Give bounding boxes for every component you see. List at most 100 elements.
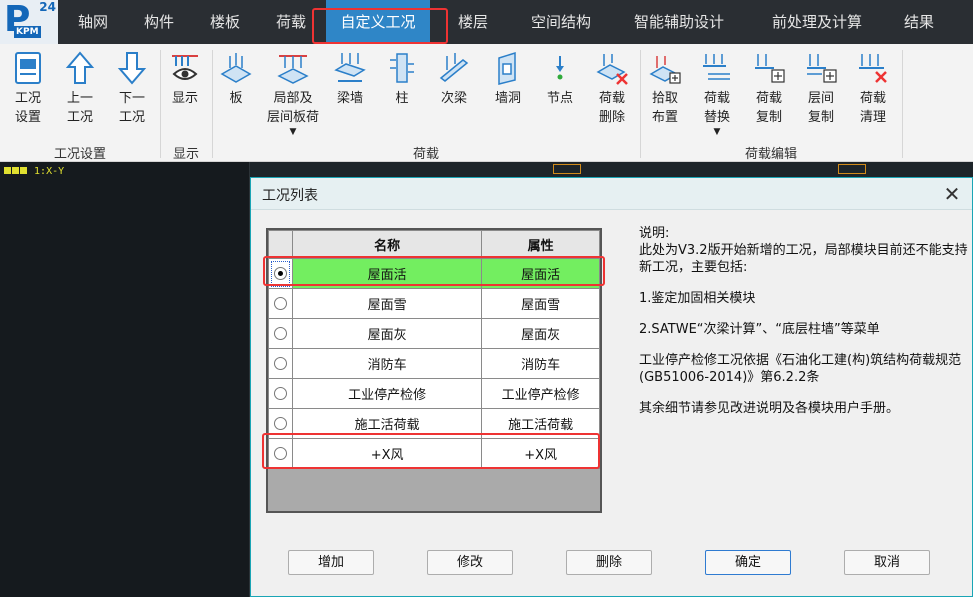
row-attr[interactable]: 工业停产检修 xyxy=(481,378,600,409)
ribbon-separator xyxy=(902,50,903,158)
display-button[interactable]: 显示 xyxy=(164,50,206,108)
radio-unselected[interactable] xyxy=(273,297,287,310)
dropdown-arrow-icon: ▼ xyxy=(713,127,721,137)
radio-unselected[interactable] xyxy=(273,387,287,400)
load-replace-button[interactable]: 荷载 替换 ▼ xyxy=(696,50,738,137)
logo-tag: KPM xyxy=(14,26,41,38)
secondary-beam-load-button[interactable]: 次梁 xyxy=(434,50,474,108)
slab-load-button[interactable]: 板 xyxy=(216,50,256,108)
row-attr[interactable]: 屋面活 xyxy=(481,258,600,289)
local-slab-load-label: 局部及 层间板荷 xyxy=(266,91,319,125)
load-delete-label: 荷载 删除 xyxy=(598,91,625,125)
row-name[interactable]: 屋面雪 xyxy=(291,288,483,319)
table-row[interactable]: 消防车 消防车 xyxy=(268,348,600,379)
dropdown-arrow-icon: ▼ xyxy=(289,127,297,137)
row-attr[interactable]: 屋面雪 xyxy=(481,288,600,319)
description-item: 1.鉴定加固相关模块 xyxy=(639,291,756,306)
wall-opening-load-button[interactable]: 墙洞 xyxy=(488,50,528,108)
row-radio-cell[interactable] xyxy=(268,258,293,289)
menu-item-axis-grid[interactable]: 轴网 xyxy=(72,0,114,44)
menu-item-components[interactable]: 构件 xyxy=(138,0,180,44)
menu-item-smart-assist[interactable]: 智能辅助设计 xyxy=(624,0,734,44)
row-radio-cell[interactable] xyxy=(268,408,293,439)
column-load-button[interactable]: 柱 xyxy=(384,50,420,108)
app-logo: P KPM 24 xyxy=(0,0,58,44)
row-name[interactable]: 消防车 xyxy=(291,348,483,379)
row-radio-cell[interactable] xyxy=(268,348,293,379)
left-viewport[interactable] xyxy=(0,162,250,597)
canvas-marker xyxy=(838,164,866,174)
table-row[interactable]: 屋面雪 屋面雪 xyxy=(268,288,600,319)
node-load-label: 节点 xyxy=(546,91,573,106)
table-row[interactable]: +X风 +X风 xyxy=(268,438,600,469)
add-button[interactable]: 增加 xyxy=(288,550,374,575)
row-name[interactable]: 施工活荷载 xyxy=(291,408,483,439)
row-name[interactable]: 屋面灰 xyxy=(291,318,483,349)
row-radio-cell[interactable] xyxy=(268,378,293,409)
radio-unselected[interactable] xyxy=(273,357,287,370)
dialog-title: 工况列表 xyxy=(262,188,318,204)
menu-item-preprocess-calc[interactable]: 前处理及计算 xyxy=(762,0,872,44)
row-attr[interactable]: 消防车 xyxy=(481,348,600,379)
beam-wall-load-button[interactable]: 梁墙 xyxy=(330,50,370,108)
logo-version: 24 xyxy=(39,0,56,14)
row-attr[interactable]: 施工活荷载 xyxy=(481,408,600,439)
row-attr[interactable]: +X风 xyxy=(481,438,600,469)
menu-item-load[interactable]: 荷载 xyxy=(270,0,312,44)
ribbon-separator xyxy=(160,50,161,158)
case-list-dialog: 工况列表 ✕ 名称 属性 屋面活 屋面活 屋面雪 屋面雪 屋面灰 屋面灰 消防车… xyxy=(250,177,973,597)
table-header-select xyxy=(268,230,293,259)
delete-button[interactable]: 删除 xyxy=(566,550,652,575)
table-row[interactable]: 屋面活 屋面活 xyxy=(268,258,600,289)
row-attr[interactable]: 屋面灰 xyxy=(481,318,600,349)
case-settings-label: 工况 设置 xyxy=(14,91,41,125)
load-clear-button[interactable]: 荷载 清理 xyxy=(852,50,894,127)
table-header-name: 名称 xyxy=(291,230,483,259)
row-name[interactable]: +X风 xyxy=(291,438,483,469)
ribbon-group-load-edit: 荷载编辑 xyxy=(744,147,797,162)
modify-button[interactable]: 修改 xyxy=(427,550,513,575)
slab-load-icon xyxy=(220,53,252,83)
table-row[interactable]: 施工活荷载 施工活荷载 xyxy=(268,408,600,439)
row-name[interactable]: 工业停产检修 xyxy=(291,378,483,409)
table-row[interactable]: 屋面灰 屋面灰 xyxy=(268,318,600,349)
description-heading: 说明: xyxy=(639,226,670,241)
load-copy-button[interactable]: 荷载 复制 xyxy=(748,50,790,127)
row-name[interactable]: 屋面活 xyxy=(291,258,483,289)
description-panel: 说明: 此处为V3.2版开始新增的工况，局部模块目前还不能支持新工况，主要包括:… xyxy=(639,225,969,431)
menu-item-results[interactable]: 结果 xyxy=(898,0,940,44)
local-slab-load-button[interactable]: 局部及 层间板荷 ▼ xyxy=(262,50,324,137)
prev-case-button[interactable]: 上一 工况 xyxy=(58,50,102,127)
radio-unselected[interactable] xyxy=(273,447,287,460)
view-tab[interactable]: 1:X-Y xyxy=(4,166,64,177)
description-item: 其余细节请参见改进说明及各模块用户手册。 xyxy=(639,401,900,416)
close-icon[interactable]: ✕ xyxy=(938,180,966,208)
load-delete-button[interactable]: 荷载 删除 xyxy=(590,50,634,127)
node-load-button[interactable]: 节点 xyxy=(540,50,580,108)
view-tab-marker xyxy=(12,167,19,174)
ok-button[interactable]: 确定 xyxy=(705,550,791,575)
pick-place-button[interactable]: 拾取 布置 xyxy=(644,50,686,127)
floor-copy-button[interactable]: 层间 复制 xyxy=(800,50,842,127)
table-row[interactable]: 工业停产检修 工业停产检修 xyxy=(268,378,600,409)
next-case-button[interactable]: 下一 工况 xyxy=(110,50,154,127)
description-line: 此处为V3.2版开始新增的工况，局部模块目前还不能支持新工况，主要包括: xyxy=(639,243,968,275)
row-radio-cell[interactable] xyxy=(268,438,293,469)
view-tab-marker xyxy=(20,167,27,174)
load-delete-icon xyxy=(596,54,628,85)
cancel-button[interactable]: 取消 xyxy=(844,550,930,575)
menu-item-slab[interactable]: 楼板 xyxy=(204,0,246,44)
eye-display-icon xyxy=(172,55,198,80)
radio-selected[interactable] xyxy=(273,267,287,280)
menu-item-floors[interactable]: 楼层 xyxy=(452,0,494,44)
radio-unselected[interactable] xyxy=(273,327,287,340)
display-label: 显示 xyxy=(171,91,198,106)
row-radio-cell[interactable] xyxy=(268,318,293,349)
case-settings-button[interactable]: 工况 设置 xyxy=(6,50,50,127)
menu-item-custom-case[interactable]: 自定义工况 xyxy=(312,0,448,44)
menu-item-spatial-structure[interactable]: 空间结构 xyxy=(522,0,600,44)
row-radio-cell[interactable] xyxy=(268,288,293,319)
next-case-label: 下一 工况 xyxy=(118,91,145,125)
radio-unselected[interactable] xyxy=(273,417,287,430)
arrow-down-icon xyxy=(117,52,147,85)
